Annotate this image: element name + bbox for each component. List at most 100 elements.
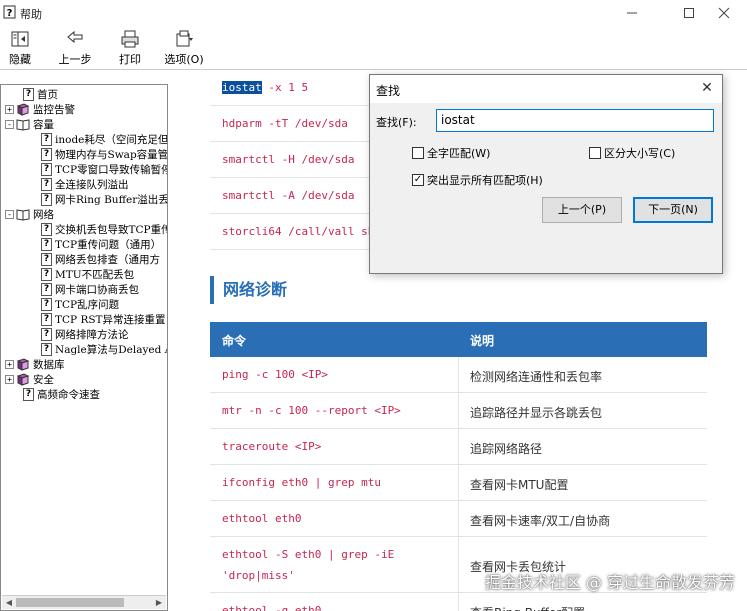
whole-word-box[interactable] — [412, 147, 424, 159]
previous-button[interactable]: 上一个(P) — [542, 197, 622, 223]
tree-item-label: 监控告警 — [33, 104, 75, 116]
svg-text:?: ? — [7, 8, 13, 19]
column-divider — [458, 465, 459, 500]
description-cell: 追踪网络路径 — [470, 442, 543, 456]
table-row: ping -c 100 <IP> 检测网络连通性和丢包率 — [210, 357, 707, 393]
help-page-icon: ? — [41, 328, 52, 341]
hide-button[interactable]: 隐藏 — [6, 29, 34, 67]
expand-icon[interactable]: + — [5, 360, 14, 369]
options-button[interactable]: 选项(O) — [162, 29, 206, 67]
table-row: traceroute <IP> 追踪网络路径 — [210, 429, 707, 465]
highlight-all-checkbox[interactable]: ✓ 突出显示所有匹配项(H) — [412, 172, 543, 188]
tree-item[interactable]: ? 网络丢包排查（通用方 — [41, 252, 160, 267]
tree-item[interactable]: ? TCP RST异常连接重置 — [41, 312, 166, 327]
tree-item[interactable]: ? 全连接队列溢出 — [41, 177, 129, 192]
back-button[interactable]: 上一步 — [57, 29, 93, 67]
tree-item-label: TCP零窗口导致传输暂停 — [55, 164, 168, 176]
printer-icon — [121, 30, 139, 48]
find-input[interactable]: iostat — [436, 109, 714, 132]
tree-item[interactable]: + 安全 — [5, 372, 54, 387]
whole-word-label: 全字匹配(W) — [427, 147, 491, 160]
command-cell: traceroute <IP> — [222, 440, 322, 453]
help-page-icon: ? — [41, 253, 52, 266]
command-cell-continued: 'drop|miss' — [222, 569, 295, 582]
collapse-icon[interactable]: - — [5, 210, 14, 219]
tree-item[interactable]: ? 高频命令速查 — [23, 387, 100, 402]
back-label: 上一步 — [58, 53, 92, 66]
minimize-icon — [627, 12, 637, 13]
find-label: 查找(F): — [376, 116, 417, 129]
tree-item-label: 全连接队列溢出 — [55, 179, 129, 191]
command-cell: ethtool -g eth0 — [222, 604, 322, 611]
command-cell: ethtool eth0 — [222, 512, 302, 525]
table-row: mtr -n -c 100 --report <IP> 追踪路径并显示各跳丢包 — [210, 393, 707, 429]
window-title: 帮助 — [20, 8, 42, 21]
command-text: smartctl -A /dev/sda — [222, 189, 355, 202]
expand-icon[interactable]: + — [5, 105, 14, 114]
find-dialog-close-icon[interactable]: ✕ — [698, 79, 716, 97]
tree-item-label: 网络 — [33, 209, 54, 221]
tree-item[interactable]: ? 首页 — [23, 87, 58, 102]
collapse-icon[interactable]: - — [5, 120, 14, 129]
tree-item[interactable]: ? 网卡端口协商丢包 — [41, 282, 139, 297]
open-book-icon — [16, 119, 30, 131]
next-button[interactable]: 下一页(N) — [633, 197, 713, 223]
expand-icon[interactable]: + — [5, 375, 14, 384]
table-row: ifconfig eth0 | grep mtu 查看网卡MTU配置 — [210, 465, 707, 501]
find-dialog-title: 查找 — [376, 84, 401, 98]
tree-horizontal-scrollbar[interactable]: ◀ ▶ — [2, 595, 166, 609]
tree-item[interactable]: ? 网络排障方法论 — [41, 327, 129, 342]
close-icon — [718, 7, 730, 18]
tree-item[interactable]: - 容量 — [5, 117, 54, 132]
section-title: 网络诊断 — [210, 276, 287, 304]
tree-item[interactable]: ? 交换机丢包导致TCP重传 — [41, 222, 167, 237]
contents-tree: ? 首页 + 监控告警 - 容量? inode耗尽（空间充足但? 物理内存与Swap容量管? T… — [0, 84, 168, 611]
match-case-checkbox[interactable]: 区分大小写(C) — [589, 145, 675, 161]
match-case-label: 区分大小写(C) — [604, 147, 676, 160]
tree-item[interactable]: ? TCP重传问题（通用） — [41, 237, 161, 252]
tree-item[interactable]: ? 物理内存与Swap容量管 — [41, 147, 167, 162]
maximize-icon — [684, 7, 694, 18]
scrollbar-thumb[interactable] — [16, 598, 124, 607]
whole-word-checkbox[interactable]: 全字匹配(W) — [412, 145, 490, 161]
print-button[interactable]: 打印 — [116, 29, 144, 67]
command-text: -x 1 5 — [261, 81, 309, 94]
tree-item[interactable]: ? MTU不匹配丢包 — [41, 267, 134, 282]
tree-item[interactable]: + 监控告警 — [5, 102, 75, 117]
tree-item[interactable]: ? Nagle算法与Delayed A — [41, 342, 168, 357]
highlight-all-box[interactable]: ✓ — [412, 174, 424, 186]
match-case-box[interactable] — [589, 147, 601, 159]
help-app-icon: ? — [3, 5, 16, 19]
command-cell: smartctl -A /dev/sda — [222, 189, 354, 202]
table-header: 命令 说明 — [210, 322, 707, 357]
table-header-description: 说明 — [470, 334, 495, 348]
tree-item[interactable]: ? 网卡Ring Buffer溢出丢 — [41, 192, 167, 207]
column-divider — [458, 501, 459, 536]
tree-item[interactable]: ? TCP乱序问题 — [41, 297, 119, 312]
tree-item-label: 网卡端口协商丢包 — [55, 284, 139, 296]
close-button[interactable] — [701, 0, 747, 25]
help-page-icon: ? — [23, 388, 34, 401]
tree-item[interactable]: ? TCP零窗口导致传输暂停 — [41, 162, 168, 177]
description-cell: 追踪路径并显示各跳丢包 — [470, 406, 603, 420]
column-divider — [458, 593, 459, 611]
tree-item[interactable]: ? inode耗尽（空间充足但 — [41, 132, 168, 147]
tree-item-label: 网络排障方法论 — [55, 329, 129, 341]
tree-item-label: Nagle算法与Delayed A — [55, 344, 168, 356]
tree-item[interactable]: - 网络 — [5, 207, 54, 222]
scroll-right-icon[interactable]: ▶ — [153, 597, 165, 609]
command-cell: ping -c 100 <IP> — [222, 368, 328, 381]
help-page-icon: ? — [41, 268, 52, 281]
closed-book-icon — [16, 358, 30, 371]
toolbar: 隐藏 上一步 打印 选项(O) — [0, 25, 747, 70]
tree-item[interactable]: + 数据库 — [5, 357, 65, 372]
command-cell: storcli64 /call/vall sh — [222, 225, 374, 238]
tree-item-label: inode耗尽（空间充足但 — [55, 134, 168, 146]
help-page-icon: ? — [41, 133, 52, 146]
minimize-button[interactable] — [609, 0, 655, 25]
scroll-left-icon[interactable]: ◀ — [3, 597, 15, 609]
print-label: 打印 — [119, 53, 141, 66]
help-page-icon: ? — [41, 223, 52, 236]
help-page-icon: ? — [41, 343, 52, 356]
command-text: storcli64 /call/vall sh — [222, 225, 375, 238]
